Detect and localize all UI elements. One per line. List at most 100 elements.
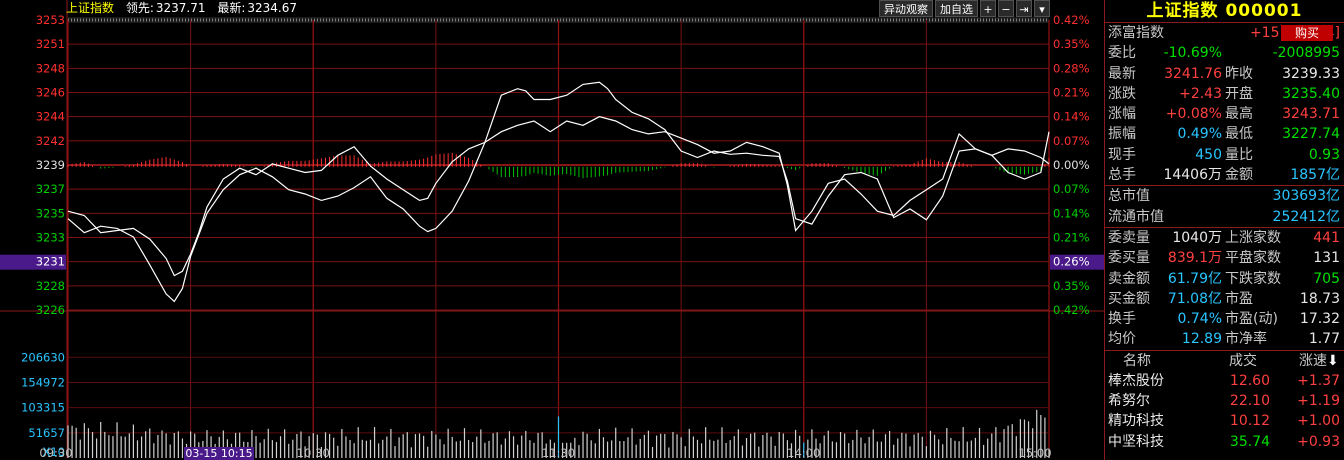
quote-row: 总手 14406万 金额 1857亿	[1105, 165, 1344, 185]
field-label: 量比	[1225, 146, 1253, 163]
field-value: 61.79亿	[1167, 270, 1222, 287]
chart-toolbar: 异动观察 加自选 + − ⇥ ▾	[879, 0, 1050, 17]
stock-name: 中坚科技	[1108, 433, 1164, 450]
field-label: 委卖量	[1108, 229, 1150, 246]
quote-section-cap: 总市值 303693亿 流通市值 252412亿	[1105, 185, 1344, 227]
field-label: 市盈	[1225, 290, 1253, 307]
quote-row: 委买量 839.1万 平盘家数 131	[1105, 248, 1344, 268]
stock-speed: +1.37	[1297, 372, 1340, 389]
stock-list-item[interactable]: 精功科技 10.12 +1.00	[1105, 411, 1344, 431]
dropdown-icon[interactable]: ▾	[1034, 0, 1050, 17]
field-label: 买金额	[1108, 290, 1150, 307]
intraday-chart[interactable]: 3253 3251 3248 3246 3244 3242 3239 3237 3235 3233…	[0, 0, 1104, 460]
quote-row: 均价 12.89 市净率 1.77	[1105, 329, 1344, 349]
time-cursor-label: 03-15 10:15	[185, 447, 252, 460]
field-value: 131	[1313, 250, 1340, 267]
price-axis-label: 3246	[36, 86, 65, 100]
field-value: 18.73	[1299, 290, 1340, 307]
pct-axis-label: 0.42%	[1053, 303, 1090, 317]
time-axis-label: 09:30	[39, 446, 72, 460]
stock-list-item[interactable]: 棒杰股份 12.60 +1.37	[1105, 371, 1344, 391]
field-value: 450	[1195, 146, 1222, 163]
stock-list-header: 名称 成交 涨速⬇	[1105, 349, 1344, 371]
field-label: 市盈(动)	[1225, 311, 1278, 328]
field-value: 705	[1313, 270, 1340, 287]
stock-name: 希努尔	[1108, 393, 1150, 410]
field-value: 1857亿	[1290, 167, 1340, 184]
pct-axis-label: 0.07%	[1053, 182, 1090, 196]
pct-axis-label: 0.26%	[1053, 255, 1090, 269]
field-label: 昨收	[1225, 65, 1253, 82]
field-label: 开盘	[1225, 85, 1253, 102]
stock-speed: +0.93	[1297, 433, 1340, 450]
header-price: 成交	[1229, 352, 1257, 369]
stock-list-item[interactable]: 希努尔 22.10 +1.19	[1105, 391, 1344, 411]
volume-axis-label: 206630	[21, 350, 65, 364]
quote-row: 振幅 0.49% 最低 3227.74	[1105, 124, 1344, 144]
time-axis-label: 11:30	[542, 446, 575, 460]
stock-price: 35.74	[1229, 433, 1270, 450]
quote-row: 卖金额 61.79亿 下跌家数 705	[1105, 269, 1344, 289]
field-value: -2008995	[1272, 45, 1340, 62]
field-value: 1040万	[1172, 229, 1222, 246]
field-label: 上涨家数	[1225, 229, 1281, 246]
field-label: 最高	[1225, 106, 1253, 123]
field-label: 金额	[1225, 167, 1253, 184]
field-value: +0.08%	[1165, 106, 1222, 123]
price-axis-label: 3226	[36, 303, 65, 317]
zoom-out-icon[interactable]: −	[998, 0, 1014, 17]
buy-button[interactable]: 购买	[1281, 25, 1333, 41]
next-icon[interactable]: ⇥	[1016, 0, 1032, 17]
stock-price: 10.12	[1229, 413, 1270, 430]
pct-axis-label: 0.35%	[1053, 279, 1090, 293]
time-axis-label: 15:00	[1018, 446, 1051, 460]
pct-axis-label: 0.35%	[1053, 37, 1090, 51]
field-value: 303693亿	[1272, 188, 1340, 205]
price-axis-label: 3228	[36, 279, 65, 293]
field-label: 现手	[1108, 146, 1136, 163]
add-watchlist-button[interactable]: 加自选	[935, 0, 978, 17]
quote-row: 涨幅 +0.08% 最高 3243.71	[1105, 104, 1344, 124]
field-label: 最低	[1225, 126, 1253, 143]
field-label: 添富指数	[1108, 25, 1164, 41]
volume-axis-label: 154972	[21, 375, 65, 389]
field-label: 均价	[1108, 331, 1136, 348]
field-label: 换手	[1108, 311, 1136, 328]
stock-list-item[interactable]: 中坚科技 35.74 +0.93	[1105, 432, 1344, 452]
field-label: 最新	[1108, 65, 1136, 82]
quote-section-orders: 委卖量 1040万 上涨家数 441 委买量 839.1万 平盘家数 131 卖金额 61.79亿…	[1105, 226, 1344, 350]
lead-value: 3237.71	[155, 1, 206, 15]
stock-speed: +1.19	[1297, 393, 1340, 410]
field-value: 252412亿	[1272, 208, 1340, 225]
price-axis-label: 3239	[36, 158, 65, 172]
volume-axis-label: 103315	[21, 401, 65, 415]
pct-axis-label: 0.21%	[1053, 86, 1090, 100]
pct-axis-label: 0.42%	[1053, 13, 1090, 27]
field-label: 委比	[1108, 45, 1136, 62]
quote-row: 委比 -10.69% -2008995	[1105, 43, 1344, 63]
field-label: 平盘家数	[1225, 250, 1281, 267]
pct-axis-label: 0.14%	[1053, 206, 1090, 220]
stock-name: 棒杰股份	[1108, 372, 1164, 389]
sort-down-icon: ⬇	[1327, 352, 1339, 369]
latest-value: 3234.67	[247, 1, 298, 15]
header-name: 名称	[1123, 352, 1151, 369]
volume-axis-label: 51657	[28, 426, 65, 440]
field-value: -10.69%	[1163, 45, 1222, 62]
field-value: 441	[1313, 229, 1340, 246]
quote-row: 买金额 71.08亿 市盈 18.73	[1105, 289, 1344, 309]
header-speed[interactable]: 涨速⬇	[1299, 351, 1339, 371]
pct-axis-label: 0.07%	[1053, 134, 1090, 148]
abnormal-watch-button[interactable]: 异动观察	[879, 0, 933, 17]
field-value: 1.77	[1308, 331, 1340, 348]
field-label: 振幅	[1108, 126, 1136, 143]
field-value: 0.74%	[1177, 311, 1222, 328]
stock-name: 精功科技	[1108, 413, 1164, 430]
price-axis-label: 3253	[36, 13, 65, 27]
field-value: 0.93	[1308, 146, 1340, 163]
time-axis-label: 14:00	[787, 446, 820, 460]
quote-row: 添富指数+15.11%[年]购买	[1105, 23, 1344, 43]
zoom-in-icon[interactable]: +	[980, 0, 996, 17]
panel-title: 上证指数 000001	[1146, 1, 1303, 21]
price-axis-label: 3231	[36, 255, 65, 269]
